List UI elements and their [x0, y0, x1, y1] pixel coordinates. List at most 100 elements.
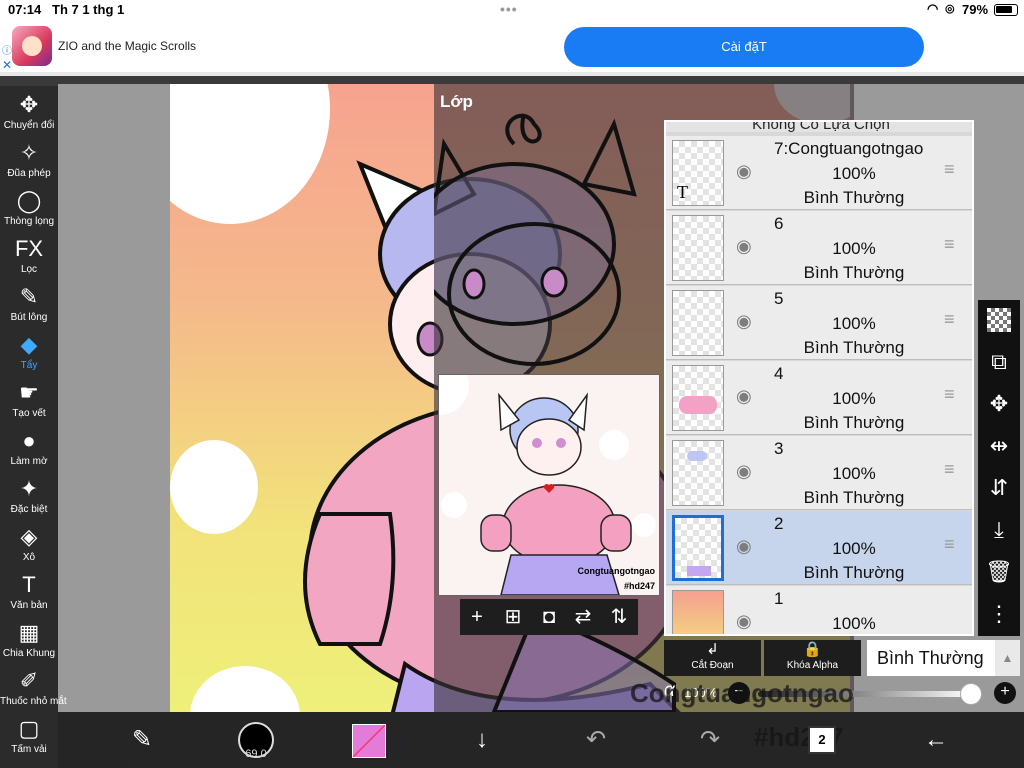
thumb-sweater-shape [679, 396, 717, 414]
flip-horizontal-icon[interactable]: ⇄ [568, 603, 598, 631]
bottom-bar: ✎ ↓ ↶ ↷ ← [58, 712, 1024, 768]
ad-banner[interactable]: ⓘ ✕ ZIO and the Magic Scrolls Cài đặT [0, 20, 1024, 76]
preview-signature: Congtuangotngao [577, 566, 655, 576]
layer-row-7[interactable]: T ◉ 7:Congtuangotngao 100% Bình Thường ≡ [666, 136, 972, 210]
ad-title[interactable]: ZIO and the Magic Scrolls [58, 39, 196, 53]
tool-move[interactable]: ✥ Chuyển đổi [0, 90, 58, 136]
brush-size-indicator[interactable]: 69.0 [238, 722, 274, 760]
redo-icon[interactable]: ↷ [690, 722, 730, 758]
layer-thumbnail[interactable]: T [672, 140, 724, 206]
tool-lasso[interactable]: ◯ Thòng lọng [0, 186, 58, 232]
selection-none-label[interactable]: Không Có Lựa Chọn [666, 122, 972, 133]
eraser-icon: ◆ [20, 332, 38, 357]
layer-thumbnail[interactable] [672, 365, 724, 431]
opacity-increase-button[interactable]: + [994, 682, 1016, 704]
ad-install-button[interactable]: Cài đặT [564, 27, 924, 67]
move-layer-icon[interactable]: ✥ [978, 384, 1020, 424]
drag-handle-icon[interactable]: ≡ [944, 160, 964, 178]
layer-thumbnail[interactable] [672, 215, 724, 281]
layer-blend: Bình Thường [803, 338, 905, 357]
drag-handle-icon[interactable]: ≡ [944, 460, 964, 478]
more-options-icon[interactable]: ⋮ [978, 594, 1020, 634]
layer-count-button[interactable]: 2 [808, 726, 836, 754]
visibility-eye-icon[interactable]: ◉ [736, 387, 762, 405]
add-reference-icon[interactable]: + [462, 603, 492, 631]
layer-thumbnail[interactable] [672, 590, 724, 634]
color-swatch[interactable] [352, 724, 386, 758]
move-icon: ✥ [19, 92, 39, 117]
back-arrow-icon[interactable]: ← [916, 722, 956, 758]
layer-thumbnail[interactable] [672, 440, 724, 506]
multitask-dots-icon[interactable]: ••• [500, 1, 518, 17]
transparent-fill-icon[interactable] [978, 300, 1020, 340]
layer-thumbnail[interactable] [672, 515, 724, 581]
tool-smudge[interactable]: ☛ Tạo vết [0, 378, 58, 424]
add-image-icon[interactable]: ⊞ [498, 603, 528, 631]
clipping-button[interactable]: ↲ Cắt Đoạn [664, 640, 761, 676]
tool-magic-wand[interactable]: ✧ Đũa phép [0, 138, 58, 184]
tool-label: Tấm vải [11, 744, 47, 755]
reference-preview[interactable]: Congtuangotngao #hd247 [438, 374, 660, 596]
tool-label: Đặc biệt [10, 504, 48, 515]
clipping-label: Cắt Đoạn [691, 660, 734, 671]
blend-mode-select[interactable]: Bình Thường [867, 640, 995, 676]
ad-info-icon[interactable]: ⓘ [2, 42, 12, 57]
blend-mode-arrow-icon[interactable]: ▲ [995, 640, 1020, 676]
trash-icon[interactable]: 🗑 [978, 552, 1020, 592]
tool-frame-divider[interactable]: ▦ Chia Khung [0, 618, 58, 664]
layer-opacity: 100% [832, 389, 876, 408]
visibility-eye-icon[interactable]: ◉ [736, 462, 762, 480]
layer-opacity: 100% [832, 314, 876, 333]
fx-icon: FX [14, 236, 44, 261]
tool-eyedropper[interactable]: ✐ Thuốc nhỏ mắt [0, 666, 67, 712]
brush-eraser-swap-icon[interactable]: ✎ [122, 722, 162, 758]
layer-thumbnail[interactable] [672, 290, 724, 356]
down-arrow-icon[interactable]: ↓ [462, 722, 502, 758]
undo-icon[interactable]: ↶ [576, 722, 616, 758]
tool-brush[interactable]: ✎ Bút lông [0, 282, 58, 328]
layer-row-2[interactable]: ◉ 2 100% Bình Thường ≡ [666, 511, 972, 585]
tool-canvas[interactable]: ▢ Tấm vải [0, 714, 58, 760]
merge-down-icon[interactable]: ⤓ [978, 510, 1020, 550]
canvas-icon: ▢ [18, 716, 40, 741]
tool-blur-drop[interactable]: ● Làm mờ [0, 426, 58, 472]
status-date: Th 7 1 thg 1 [52, 2, 125, 17]
ad-close-icon[interactable]: ✕ [2, 58, 12, 72]
layer-actions-column: ⧉ ✥ ⇹ ⇵ ⤓ 🗑 ⋮ [978, 300, 1020, 636]
visibility-eye-icon[interactable]: ◉ [736, 312, 762, 330]
visibility-eye-icon[interactable]: ◉ [736, 162, 762, 180]
layer-list[interactable]: Không Có Lựa Chọn T ◉ 7:Congtuangotngao … [664, 120, 974, 636]
flip-vertical-layer-icon[interactable]: ⇵ [978, 468, 1020, 508]
alpha-lock-button[interactable]: 🔒 Khóa Alpha [764, 640, 861, 676]
layer-row-4[interactable]: ◉ 4 100% Bình Thường ≡ [666, 361, 972, 435]
lock-icon: 🔒 [803, 641, 822, 658]
flip-vertical-icon[interactable]: ⇅ [604, 603, 634, 631]
tool-eraser[interactable]: ◆ Tẩy [0, 330, 58, 376]
preview-art [439, 375, 656, 595]
ad-app-logo[interactable] [12, 26, 52, 66]
drag-handle-icon[interactable]: ≡ [944, 385, 964, 403]
layer-name: 1 [774, 589, 784, 608]
tool-bucket[interactable]: ◈ Xô [0, 522, 58, 568]
visibility-eye-icon[interactable]: ◉ [736, 237, 762, 255]
bucket-icon: ◈ [20, 524, 38, 549]
opacity-slider-knob[interactable] [960, 683, 982, 705]
visibility-eye-icon[interactable]: ◉ [736, 537, 762, 555]
flip-horizontal-layer-icon[interactable]: ⇹ [978, 426, 1020, 466]
visibility-eye-icon[interactable]: ◉ [736, 612, 762, 630]
left-toolbar: ✥ Chuyển đổi ✧ Đũa phép ◯ Thòng lọng FX Lọc ✎ Bút… [0, 86, 67, 768]
tool-text[interactable]: T Văn bản [0, 570, 58, 616]
layer-row-3[interactable]: ◉ 3 100% Bình Thường ≡ [666, 436, 972, 510]
tool-label: Tạo vết [12, 408, 46, 419]
layer-row-5[interactable]: ◉ 5 100% Bình Thường ≡ [666, 286, 972, 360]
tool-fx[interactable]: FX Lọc [0, 234, 58, 280]
layer-transform-icon[interactable]: ⧉ [978, 342, 1020, 382]
tool-special-sparkle[interactable]: ✦ Đặc biệt [0, 474, 58, 520]
layer-row-1[interactable]: ◉ 1 100% [666, 586, 972, 634]
layer-row-6[interactable]: ◉ 6 100% Bình Thường ≡ [666, 211, 972, 285]
drag-handle-icon[interactable]: ≡ [944, 535, 964, 553]
camera-icon[interactable]: ◘ [534, 603, 564, 631]
drag-handle-icon[interactable]: ≡ [944, 310, 964, 328]
drag-handle-icon[interactable]: ≡ [944, 235, 964, 253]
text-icon: T [22, 572, 36, 597]
